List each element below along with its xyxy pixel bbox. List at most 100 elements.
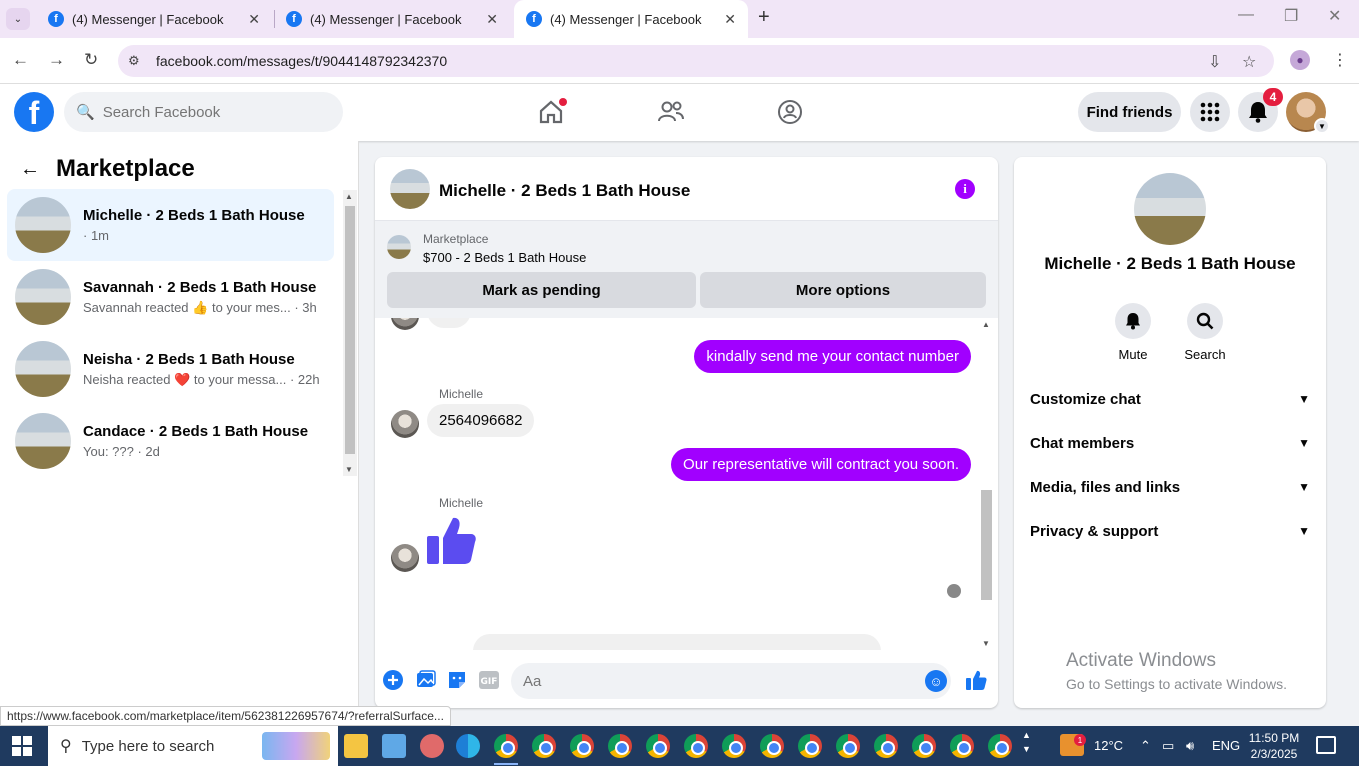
temperature-text[interactable]: 12°C xyxy=(1094,738,1123,753)
bell-icon[interactable] xyxy=(1115,303,1151,339)
photo-icon[interactable] xyxy=(416,670,436,690)
notification-center-icon[interactable] xyxy=(1316,736,1336,754)
contact-avatar[interactable] xyxy=(391,410,419,438)
privacy-support-row[interactable]: Privacy & support ▼ xyxy=(1030,511,1310,551)
mute-action[interactable]: Mute xyxy=(1103,303,1163,362)
chat-scrollbar[interactable]: ▲ ▼ xyxy=(979,318,994,650)
sticker-icon[interactable] xyxy=(447,670,467,690)
maximize-icon[interactable]: ❐ xyxy=(1284,6,1298,26)
mark-as-pending-button[interactable]: Mark as pending xyxy=(387,272,696,308)
contact-avatar[interactable] xyxy=(391,544,419,572)
close-tab-icon[interactable]: ✕ xyxy=(248,11,260,28)
info-icon[interactable]: i xyxy=(955,179,975,199)
bookmark-star-icon[interactable]: ☆ xyxy=(1242,52,1256,72)
site-settings-icon[interactable]: ⚙ xyxy=(128,53,140,69)
chrome-icon[interactable] xyxy=(646,734,670,758)
account-chevron-down-icon[interactable]: ▼ xyxy=(1314,118,1330,134)
incoming-message[interactable]: 2564096682 xyxy=(427,404,535,437)
chrome-icon[interactable] xyxy=(988,734,1012,758)
thumbs-up-message-icon[interactable] xyxy=(425,514,477,573)
taskbar-overflow-arrows-icon[interactable]: ▲ ▼ xyxy=(1022,728,1031,756)
back-icon[interactable]: ← xyxy=(12,50,29,70)
chrome-icon[interactable] xyxy=(798,734,822,758)
back-arrow-icon[interactable]: ← xyxy=(20,158,40,181)
chat-listing-thumbnail[interactable] xyxy=(390,169,430,209)
browser-tab-3-active[interactable]: f (4) Messenger | Facebook ✕ xyxy=(514,0,748,38)
network-icon[interactable]: ▭ xyxy=(1162,738,1174,754)
minimize-icon[interactable]: — xyxy=(1238,6,1254,24)
gif-icon[interactable]: GIF xyxy=(479,670,499,690)
facebook-search[interactable]: 🔍 xyxy=(64,92,343,132)
browser-profile-icon[interactable]: ● xyxy=(1290,50,1310,70)
chrome-icon[interactable] xyxy=(836,734,860,758)
conversation-neisha[interactable]: Neisha · 2 Beds 1 Bath House Neisha reac… xyxy=(7,333,334,405)
chrome-icon[interactable] xyxy=(608,734,632,758)
scroll-up-arrow-icon[interactable]: ▲ xyxy=(982,320,990,329)
groups-icon[interactable] xyxy=(774,96,806,128)
customize-chat-row[interactable]: Customize chat ▼ xyxy=(1030,379,1310,419)
plus-circle-icon[interactable] xyxy=(383,670,403,690)
scroll-down-arrow-icon[interactable]: ▼ xyxy=(345,465,353,474)
chrome-icon[interactable] xyxy=(722,734,746,758)
facebook-logo-icon[interactable]: f xyxy=(14,92,54,132)
omnibox[interactable]: ⚙ facebook.com/messages/t/90441487923423… xyxy=(118,45,1274,77)
facebook-search-input[interactable] xyxy=(102,103,323,121)
new-tab-icon[interactable]: + xyxy=(758,6,770,29)
chrome-icon[interactable] xyxy=(912,734,936,758)
send-like-icon[interactable] xyxy=(965,670,987,690)
chrome-icon[interactable] xyxy=(570,734,594,758)
desktop-app-icon[interactable] xyxy=(382,734,406,758)
browser-tab-1[interactable]: f (4) Messenger | Facebook ✕ xyxy=(36,0,272,38)
paint-app-icon[interactable] xyxy=(420,734,444,758)
install-app-icon[interactable]: ⇩ xyxy=(1208,52,1221,72)
outgoing-message[interactable]: kindally send me your contact number xyxy=(694,340,971,373)
search-icon[interactable] xyxy=(1187,303,1223,339)
taskbar-clock[interactable]: 11:50 PM 2/3/2025 xyxy=(1244,730,1304,762)
show-hidden-icons-chevron-icon[interactable]: ⌃ xyxy=(1140,738,1151,754)
close-tab-icon[interactable]: ✕ xyxy=(486,11,498,28)
account-avatar[interactable]: ▼ xyxy=(1286,92,1330,134)
chrome-icon[interactable] xyxy=(684,734,708,758)
message-input[interactable] xyxy=(511,663,951,699)
find-friends-button[interactable]: Find friends xyxy=(1078,92,1181,132)
chat-members-row[interactable]: Chat members ▼ xyxy=(1030,423,1310,463)
close-window-icon[interactable]: ✕ xyxy=(1328,6,1341,26)
sidebar-scrollbar[interactable]: ▲ ▼ xyxy=(343,190,357,476)
emoji-smile-icon[interactable]: ☺ xyxy=(925,670,947,692)
chrome-icon[interactable] xyxy=(494,734,518,758)
taskbar-search[interactable]: ⚲ Type here to search xyxy=(48,726,338,766)
forward-icon[interactable]: → xyxy=(48,50,65,70)
search-action[interactable]: Search xyxy=(1175,303,1235,362)
chrome-icon[interactable] xyxy=(950,734,974,758)
chat-title[interactable]: Michelle · 2 Beds 1 Bath House xyxy=(439,181,690,201)
scroll-down-arrow-icon[interactable]: ▼ xyxy=(982,639,990,648)
scroll-up-arrow-icon[interactable]: ▲ xyxy=(345,192,353,201)
chrome-icon[interactable] xyxy=(760,734,784,758)
conversation-candace[interactable]: Candace · 2 Beds 1 Bath House You: ??? ·… xyxy=(7,405,334,477)
url-text[interactable]: facebook.com/messages/t/9044148792342370 xyxy=(156,53,447,69)
close-tab-icon[interactable]: ✕ xyxy=(724,11,736,28)
outgoing-message[interactable]: Our representative will contract you soo… xyxy=(671,448,971,481)
listing-price-title[interactable]: $700 - 2 Beds 1 Bath House xyxy=(423,250,586,265)
chrome-icon[interactable] xyxy=(874,734,898,758)
chrome-icon[interactable] xyxy=(532,734,556,758)
file-explorer-icon[interactable] xyxy=(344,734,368,758)
language-indicator[interactable]: ENG xyxy=(1212,738,1240,753)
conversation-michelle[interactable]: Michelle · 2 Beds 1 Bath House · 1m xyxy=(7,189,334,261)
scrollbar-thumb[interactable] xyxy=(345,206,355,454)
friends-icon[interactable] xyxy=(655,96,687,128)
media-files-links-row[interactable]: Media, files and links ▼ xyxy=(1030,467,1310,507)
menu-grid-icon[interactable] xyxy=(1190,92,1230,132)
edge-browser-icon[interactable] xyxy=(456,734,480,758)
details-listing-thumbnail[interactable] xyxy=(1134,173,1206,245)
browser-tab-2[interactable]: f (4) Messenger | Facebook ✕ xyxy=(274,0,510,38)
browser-menu-icon[interactable]: ⋮ xyxy=(1332,50,1348,70)
taskbar-search-placeholder[interactable]: Type here to search xyxy=(82,738,215,755)
conversation-savannah[interactable]: Savannah · 2 Beds 1 Bath House Savannah … xyxy=(7,261,334,333)
scrollbar-thumb[interactable] xyxy=(981,490,992,600)
tab-search-button[interactable]: ⌄ xyxy=(6,8,30,30)
volume-icon[interactable]: 🔊︎ xyxy=(1186,738,1194,754)
more-options-button[interactable]: More options xyxy=(700,272,986,308)
windows-start-icon[interactable] xyxy=(12,736,32,756)
reload-icon[interactable]: ↻ xyxy=(84,50,98,70)
